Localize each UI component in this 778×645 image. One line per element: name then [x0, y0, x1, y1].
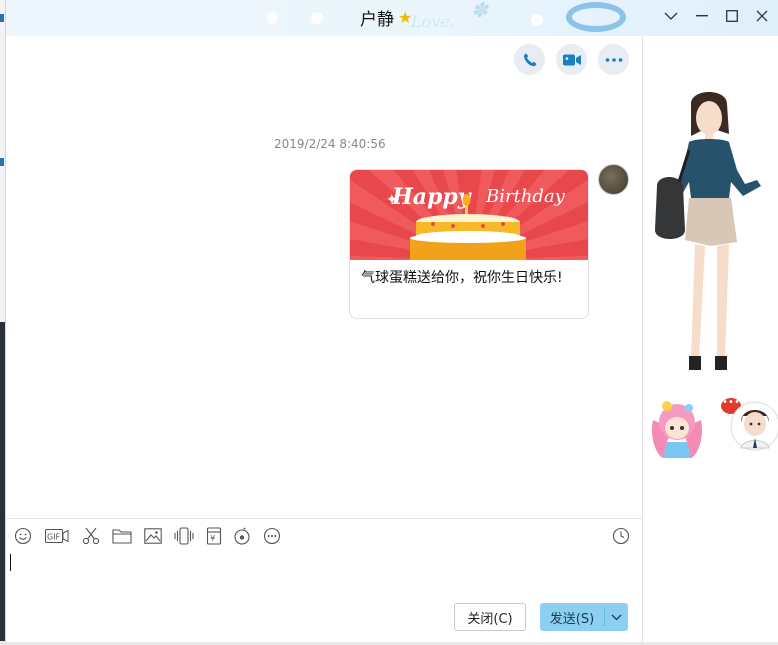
scissors-icon[interactable] [80, 526, 102, 546]
mascot-girl-figure [651, 401, 703, 458]
decor-ring [566, 2, 626, 32]
video-call-button[interactable] [556, 44, 587, 75]
minimize-icon[interactable] [691, 6, 713, 26]
voice-call-button[interactable] [514, 44, 545, 75]
birthday-banner: Happy Birthday ✦ [350, 170, 588, 260]
red-packet-icon[interactable]: ¥ [203, 526, 225, 546]
background-mark [0, 158, 4, 166]
sparkle-icon: ✦ [386, 192, 398, 208]
background-mark [0, 14, 4, 22]
star-icon: ★ [398, 8, 413, 27]
message-timestamp: 2019/2/24 8:40:56 [274, 137, 386, 151]
gif-icon[interactable]: GIF [44, 526, 70, 546]
avatar[interactable] [598, 164, 629, 195]
contact-character-figure [655, 92, 761, 370]
chevron-down-icon[interactable] [605, 614, 628, 621]
contact-name: 户静 ★ [360, 5, 412, 30]
close-button[interactable]: 关闭(C) [454, 603, 526, 631]
maximize-icon[interactable] [721, 6, 743, 26]
phone-icon [523, 53, 536, 66]
folder-icon[interactable] [111, 526, 133, 546]
svg-text:¥: ¥ [210, 534, 215, 543]
more-icon [605, 57, 622, 62]
title-text: 户静 [360, 10, 394, 30]
decor-snowflake: ✽ [471, 0, 488, 22]
chat-window: Love. ✽ 户静 ★ 2019/2/24 8:40:56 Happy Bir… [5, 0, 778, 642]
message-input[interactable] [10, 554, 11, 571]
decor-dot [266, 12, 278, 24]
gif-label: GIF [47, 533, 61, 542]
input-divider [6, 518, 642, 519]
video-icon [562, 54, 581, 65]
image-icon[interactable] [142, 526, 164, 546]
message-text: 气球蛋糕送给你，祝你生日快乐! [361, 270, 563, 286]
mascot-boy-figure [730, 401, 778, 451]
more-button[interactable] [598, 44, 629, 75]
more-icon[interactable] [261, 526, 283, 546]
cake-icon [410, 194, 526, 260]
music-icon[interactable] [231, 526, 253, 546]
title-bar[interactable]: Love. ✽ 户静 ★ [6, 0, 778, 36]
decor-text: Love. [411, 12, 455, 31]
chat-area: 2019/2/24 8:40:56 Happy Birthday ✦ 气球蛋糕送… [6, 36, 642, 642]
birthday-card-message[interactable]: Happy Birthday ✦ 气球蛋糕送给你，祝你生日快乐! [349, 169, 589, 319]
shake-icon[interactable] [173, 526, 195, 546]
send-button[interactable]: 发送(S) [540, 603, 628, 631]
close-icon[interactable] [751, 6, 773, 26]
decor-dot [531, 14, 543, 26]
contact-show-panel: ••• [642, 36, 778, 642]
send-button-label: 发送(S) [549, 611, 595, 627]
emoji-icon[interactable] [12, 526, 34, 546]
chevron-down-icon[interactable] [660, 6, 682, 26]
history-icon[interactable] [610, 526, 632, 546]
decor-dot [311, 12, 323, 24]
